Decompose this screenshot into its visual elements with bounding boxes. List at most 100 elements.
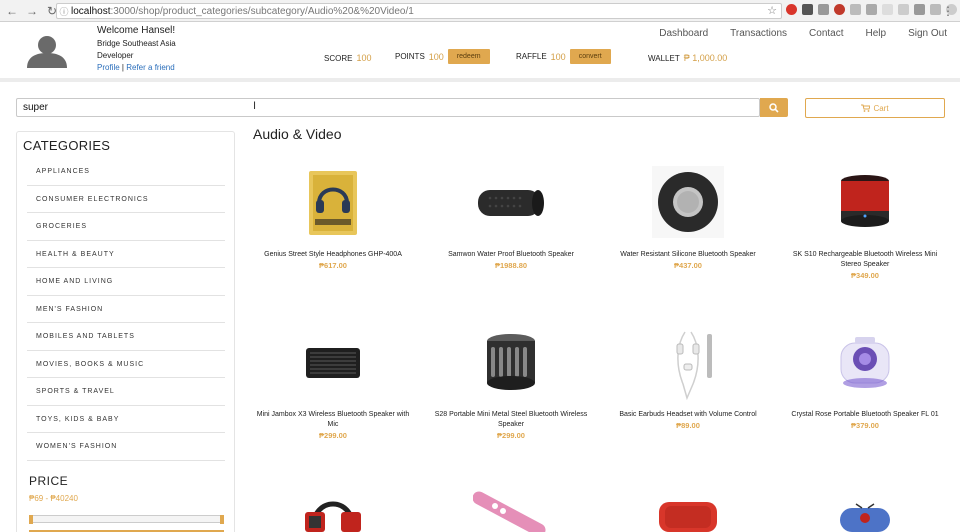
product-name[interactable]: Mini Jambox X3 Wireless Bluetooth Speake…	[248, 410, 418, 430]
product-price: ₱437.00	[674, 261, 702, 270]
metal-speaker-icon[interactable]	[426, 324, 596, 400]
redeem-button[interactable]: redeem	[447, 49, 490, 64]
text-cursor-icon: I	[253, 100, 257, 112]
bookmark-star-icon[interactable]: ☆	[767, 4, 777, 17]
url-host: localhost	[71, 5, 111, 17]
category-list: APPLIANCES CONSUMER ELECTRONICS GROCERIE…	[27, 158, 225, 461]
extension-icon[interactable]	[930, 4, 941, 15]
search-button[interactable]	[760, 98, 788, 117]
back-icon[interactable]: ←	[4, 3, 20, 19]
search-input[interactable]: super	[16, 98, 760, 117]
category-movies-books-music[interactable]: MOVIES, BOOKS & MUSIC	[27, 351, 225, 378]
product-price: ₱617.00	[319, 261, 347, 270]
refer-friend-link[interactable]: Refer a friend	[126, 63, 174, 72]
score-value: 100	[356, 53, 372, 63]
product-name[interactable]: Crystal Rose Portable Bluetooth Speaker …	[780, 410, 950, 420]
product-name[interactable]: S28 Portable Mini Metal Steel Bluetooth …	[426, 410, 596, 430]
forward-icon[interactable]: →	[24, 3, 40, 19]
category-home-living[interactable]: HOME AND LIVING	[27, 268, 225, 296]
product-card-partial[interactable]	[248, 488, 418, 532]
extension-icon[interactable]	[802, 4, 813, 15]
product-name[interactable]: SK S10 Rechargeable Bluetooth Wireless M…	[780, 250, 950, 270]
opera-extension-icon[interactable]	[786, 4, 797, 15]
red-box-speaker-icon[interactable]	[603, 494, 773, 532]
welcome-text: Welcome Hansel!	[97, 25, 176, 36]
price-range: ₱69 - ₱40240	[29, 494, 78, 503]
product-card-partial[interactable]	[426, 490, 596, 532]
nav-contact[interactable]: Contact	[809, 28, 843, 39]
product-card[interactable]: SK S10 Rechargeable Bluetooth Wireless M…	[780, 164, 950, 280]
browser-menu-icon[interactable]: ⋮	[942, 4, 954, 18]
category-consumer-electronics[interactable]: CONSUMER ELECTRONICS	[27, 186, 225, 213]
product-card-partial[interactable]	[780, 500, 950, 532]
product-name[interactable]: Water Resistant Silicone Bluetooth Speak…	[603, 250, 773, 260]
convert-button[interactable]: convert	[569, 49, 611, 64]
points-value: 100	[428, 51, 444, 62]
extension-icons	[786, 4, 960, 15]
category-womens-fashion[interactable]: WOMEN'S FASHION	[27, 433, 225, 461]
category-sports-travel[interactable]: SPORTS & TRAVEL	[27, 378, 225, 406]
blue-pill-speaker-icon[interactable]	[780, 500, 950, 532]
user-role: Developer	[97, 51, 134, 60]
extension-icon[interactable]	[914, 4, 925, 15]
extension-icon[interactable]	[850, 4, 861, 15]
price-slider[interactable]	[29, 515, 224, 524]
product-card[interactable]: Water Resistant Silicone Bluetooth Speak…	[603, 164, 773, 270]
raffle-value: 100	[550, 51, 566, 62]
extension-icon[interactable]	[866, 4, 877, 15]
product-card[interactable]: Samwon Water Proof Bluetooth Speaker ₱19…	[426, 164, 596, 270]
product-card[interactable]: Basic Earbuds Headset with Volume Contro…	[603, 324, 773, 430]
info-icon[interactable]: ⓘ	[57, 5, 71, 18]
wallet-stat: WALLET ₱ 1,000.00	[648, 53, 727, 63]
points-label: POINTS	[395, 52, 425, 61]
category-groceries[interactable]: GROCERIES	[27, 213, 225, 241]
price-title: PRICE	[29, 474, 69, 488]
product-card[interactable]: Genius Street Style Headphones GHP-400A …	[248, 164, 418, 270]
score-label: SCORE	[324, 53, 353, 63]
wallet-value: ₱ 1,000.00	[683, 53, 728, 63]
box-speaker-icon[interactable]	[248, 324, 418, 400]
link-separator: |	[121, 63, 124, 72]
nav-help[interactable]: Help	[866, 28, 887, 39]
price-slider-min-handle[interactable]	[29, 515, 33, 524]
nav-transactions[interactable]: Transactions	[730, 28, 787, 39]
category-mobiles-tablets[interactable]: MOBILES AND TABLETS	[27, 323, 225, 351]
subcategory-title: Audio & Video	[253, 126, 342, 142]
url-path: :3000/shop/product_categories/subcategor…	[110, 5, 414, 17]
category-health-beauty[interactable]: HEALTH & BEAUTY	[27, 241, 225, 268]
pink-skateboard-speaker-icon[interactable]	[426, 490, 596, 532]
round-speaker-icon[interactable]	[603, 164, 773, 240]
cylinder-speaker-icon[interactable]	[426, 164, 596, 240]
extension-icon[interactable]	[898, 4, 909, 15]
profile-link[interactable]: Profile	[97, 63, 120, 72]
category-sidebar: CATEGORIES APPLIANCES CONSUMER ELECTRONI…	[16, 131, 235, 532]
crystal-speaker-icon[interactable]	[780, 324, 950, 400]
extension-icon[interactable]	[882, 4, 893, 15]
nav-sign-out[interactable]: Sign Out	[908, 28, 947, 39]
product-card[interactable]: S28 Portable Mini Metal Steel Bluetooth …	[426, 324, 596, 440]
product-card[interactable]: Mini Jambox X3 Wireless Bluetooth Speake…	[248, 324, 418, 440]
top-navigation: Dashboard Transactions Contact Help Sign…	[659, 28, 947, 39]
category-toys-kids-baby[interactable]: TOYS, KIDS & BABY	[27, 406, 225, 433]
categories-title: CATEGORIES	[23, 138, 111, 153]
product-name[interactable]: Genius Street Style Headphones GHP-400A	[248, 250, 418, 260]
price-slider-max-handle[interactable]	[220, 515, 224, 524]
red-headphones-icon[interactable]	[248, 488, 418, 532]
product-card[interactable]: Crystal Rose Portable Bluetooth Speaker …	[780, 324, 950, 430]
camera-extension-icon[interactable]	[818, 4, 829, 15]
category-mens-fashion[interactable]: MEN'S FASHION	[27, 296, 225, 323]
product-name[interactable]: Basic Earbuds Headset with Volume Contro…	[603, 410, 773, 420]
product-name[interactable]: Samwon Water Proof Bluetooth Speaker	[426, 250, 596, 260]
company-name: Bridge Southeast Asia	[97, 39, 176, 48]
extension-icon[interactable]	[834, 4, 845, 15]
category-appliances[interactable]: APPLIANCES	[27, 158, 225, 186]
product-card-partial[interactable]	[603, 494, 773, 532]
headphones-box-icon[interactable]	[248, 164, 418, 240]
nav-dashboard[interactable]: Dashboard	[659, 28, 708, 39]
red-speaker-icon[interactable]	[780, 164, 950, 240]
earbuds-icon[interactable]	[603, 324, 773, 400]
user-info: Welcome Hansel! Bridge Southeast Asia De…	[97, 24, 176, 74]
product-price: ₱349.00	[851, 271, 879, 280]
address-bar[interactable]: ⓘ localhost:3000/shop/product_categories…	[56, 3, 782, 19]
cart-button[interactable]: Cart	[805, 98, 945, 118]
